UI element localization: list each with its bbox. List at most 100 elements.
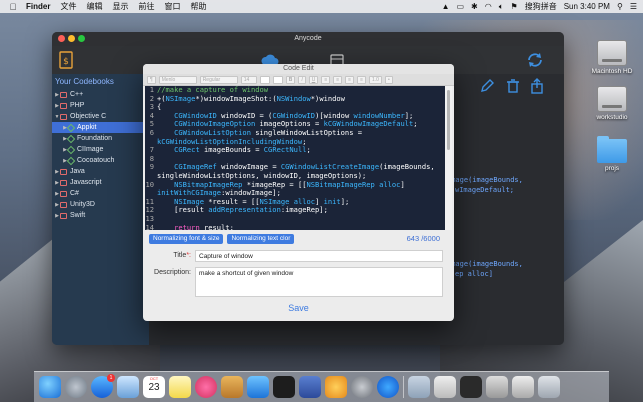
paragraph-style-select[interactable]: ¶ — [147, 75, 156, 84]
text-color-well[interactable] — [259, 75, 270, 84]
bluetooth-icon[interactable]: ✱ — [471, 2, 478, 11]
desktop-icon-macintosh-hd[interactable]: Macintosh HD — [582, 40, 642, 75]
trash-icon[interactable] — [505, 78, 521, 94]
butterfly-app-icon[interactable] — [325, 376, 347, 398]
window-thumbnail-icon[interactable] — [486, 376, 508, 398]
codebook-tree: ▶ C++ ▶ PHP ▼ Objective C ▶ Appkit ▶ Foundation ▶ C… — [52, 89, 149, 221]
bold-button[interactable]: B — [285, 75, 296, 84]
menu-finder[interactable]: Finder — [26, 2, 50, 11]
sidebar-item-c-[interactable]: ▶ C# — [52, 188, 149, 199]
format-toolbar: ¶ Menlo Regular 14 B I U ≡ ≡ ≡ ≡ 1.0 • — [143, 74, 454, 86]
line-number: 10 — [145, 179, 154, 189]
justify-button[interactable]: ≡ — [357, 75, 367, 84]
line-spacing-select[interactable]: 1.0 — [369, 75, 382, 84]
flag-icon[interactable]: ⚑ — [511, 2, 518, 11]
notification-center-icon[interactable]: ☰ — [630, 2, 637, 11]
system-preferences-icon[interactable] — [351, 376, 373, 398]
zoom-window-button[interactable] — [78, 35, 85, 42]
scrollbar-thumb[interactable] — [447, 90, 450, 150]
codebook-folder-icon — [60, 179, 67, 186]
align-center-button[interactable]: ≡ — [333, 75, 343, 84]
minimize-window-button[interactable] — [68, 35, 75, 42]
sidebar-item-swift[interactable]: ▶ Swift — [52, 210, 149, 221]
title-input[interactable]: Capture of window — [195, 250, 443, 262]
sync-icon[interactable] — [526, 51, 544, 69]
description-input[interactable]: make a shortcut of given window — [195, 267, 443, 297]
sidebar-item-appkit[interactable]: ▶ Appkit — [52, 122, 149, 133]
xcode-icon[interactable] — [247, 376, 269, 398]
font-style-select[interactable]: Regular — [199, 75, 238, 84]
code-editor-dock-icon[interactable] — [299, 376, 321, 398]
trash-dock-icon[interactable] — [538, 376, 560, 398]
menu-clock[interactable]: Sun 3:40 PM — [564, 2, 610, 11]
codebook-icon[interactable]: $ — [57, 51, 75, 69]
sidebar-item-foundation[interactable]: ▶ Foundation — [52, 133, 149, 144]
sync-app-icon[interactable] — [377, 376, 399, 398]
sidebar-item-label: C++ — [70, 91, 84, 98]
sidebar-item-cocoatouch[interactable]: ▶ Cocoatouch — [52, 155, 149, 166]
downloads-stack-icon[interactable] — [408, 376, 430, 398]
normalize-font-button[interactable]: Normalizing font & size — [149, 234, 224, 244]
menu-help[interactable]: 帮助 — [190, 1, 206, 12]
finder-icon[interactable] — [39, 376, 61, 398]
app-store-icon[interactable]: 1 — [91, 374, 115, 398]
document-stack-icon[interactable] — [434, 376, 456, 398]
sidebar-item-c-[interactable]: ▶ C++ — [52, 89, 149, 100]
sidebar-item-ciimage[interactable]: ▶ CIImage — [52, 144, 149, 155]
sidebar-item-php[interactable]: ▶ PHP — [52, 100, 149, 111]
calendar-day: 23 — [148, 382, 160, 393]
codebook-page-icon — [66, 123, 76, 132]
menu-edit[interactable]: 编辑 — [86, 1, 102, 12]
terminal-icon[interactable] — [273, 376, 295, 398]
title-label-text: Title — [173, 252, 187, 259]
sidebar-item-objective-c[interactable]: ▼ Objective C — [52, 111, 149, 122]
code-editor[interactable]: 1//make a capture of window 2 +(NSImage*)w… — [145, 86, 445, 230]
itunes-icon[interactable] — [195, 376, 217, 398]
anycode-dock-icon[interactable] — [221, 376, 243, 398]
wifi-icon[interactable]: ◠ — [485, 2, 492, 11]
display-icon[interactable]: ▭ — [456, 2, 464, 11]
volume-icon[interactable]: 🔈︎ — [499, 2, 504, 12]
menu-go[interactable]: 前往 — [138, 1, 154, 12]
save-button[interactable]: Save — [143, 303, 454, 313]
desktop-icon-workstudio[interactable]: workstudio — [582, 86, 642, 121]
codebook-folder-icon — [60, 168, 67, 175]
close-window-button[interactable] — [58, 35, 65, 42]
line-number: 14 — [145, 222, 154, 230]
notes-icon[interactable] — [169, 376, 191, 398]
sidebar-item-java[interactable]: ▶ Java — [52, 166, 149, 177]
code-scrollbar[interactable] — [445, 86, 452, 230]
window-titlebar[interactable]: Anycode — [52, 32, 564, 46]
codebook-folder-icon — [60, 113, 67, 120]
desktop-icon-projs[interactable]: projs — [582, 136, 642, 172]
list-style-select[interactable]: • — [384, 75, 393, 84]
normalize-color-button[interactable]: Normalizing text clor — [227, 234, 295, 244]
window-title: Anycode — [294, 35, 322, 42]
menu-window[interactable]: 窗口 — [164, 1, 180, 12]
character-counter: 643 /6000 — [406, 234, 440, 243]
launchpad-icon[interactable] — [65, 376, 87, 398]
align-right-button[interactable]: ≡ — [345, 75, 355, 84]
status-menu-icon[interactable]: ▲ — [442, 2, 450, 11]
share-icon[interactable] — [529, 78, 545, 94]
align-left-button[interactable]: ≡ — [321, 75, 331, 84]
background-color-well[interactable] — [272, 75, 283, 84]
menu-view[interactable]: 显示 — [112, 1, 128, 12]
edit-icon[interactable] — [479, 78, 495, 94]
codebook-sidebar: Your Codebooks ▶ C++ ▶ PHP ▼ Objective C ▶ Appk… — [52, 74, 149, 345]
menu-file[interactable]: 文件 — [60, 1, 76, 12]
preview-icon[interactable] — [117, 376, 139, 398]
spotlight-icon[interactable]: ⚲ — [617, 2, 623, 11]
input-method-label[interactable]: 搜狗拼音 — [525, 1, 557, 12]
screenshot-stack-icon[interactable] — [460, 376, 482, 398]
sidebar-item-javascript[interactable]: ▶ Javascript — [52, 177, 149, 188]
apple-menu-icon[interactable]:  — [6, 2, 20, 12]
window-thumbnail-icon[interactable] — [512, 376, 534, 398]
calendar-icon[interactable]: OCT 23 — [143, 376, 165, 398]
font-size-select[interactable]: 14 — [240, 75, 257, 84]
hard-drive-icon — [597, 86, 627, 112]
font-family-select[interactable]: Menlo — [158, 75, 197, 84]
sidebar-item-unity3d[interactable]: ▶ Unity3D — [52, 199, 149, 210]
underline-button[interactable]: U — [308, 75, 319, 84]
italic-button[interactable]: I — [298, 75, 306, 84]
